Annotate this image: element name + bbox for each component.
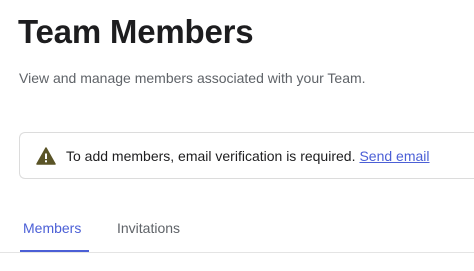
tab-members[interactable]: Members	[20, 213, 89, 252]
alert-message: To add members, email verification is re…	[66, 147, 356, 164]
tab-bar: Members Invitations	[0, 213, 474, 253]
team-members-page: Team Members View and manage members ass…	[0, 0, 474, 271]
page-title: Team Members	[18, 13, 254, 50]
page-subtitle: View and manage members associated with …	[19, 70, 366, 86]
tab-invitations[interactable]: Invitations	[117, 213, 180, 252]
warning-icon	[36, 146, 56, 165]
send-email-link[interactable]: Send email	[359, 148, 429, 164]
email-verification-alert: To add members, email verification is re…	[19, 132, 474, 179]
